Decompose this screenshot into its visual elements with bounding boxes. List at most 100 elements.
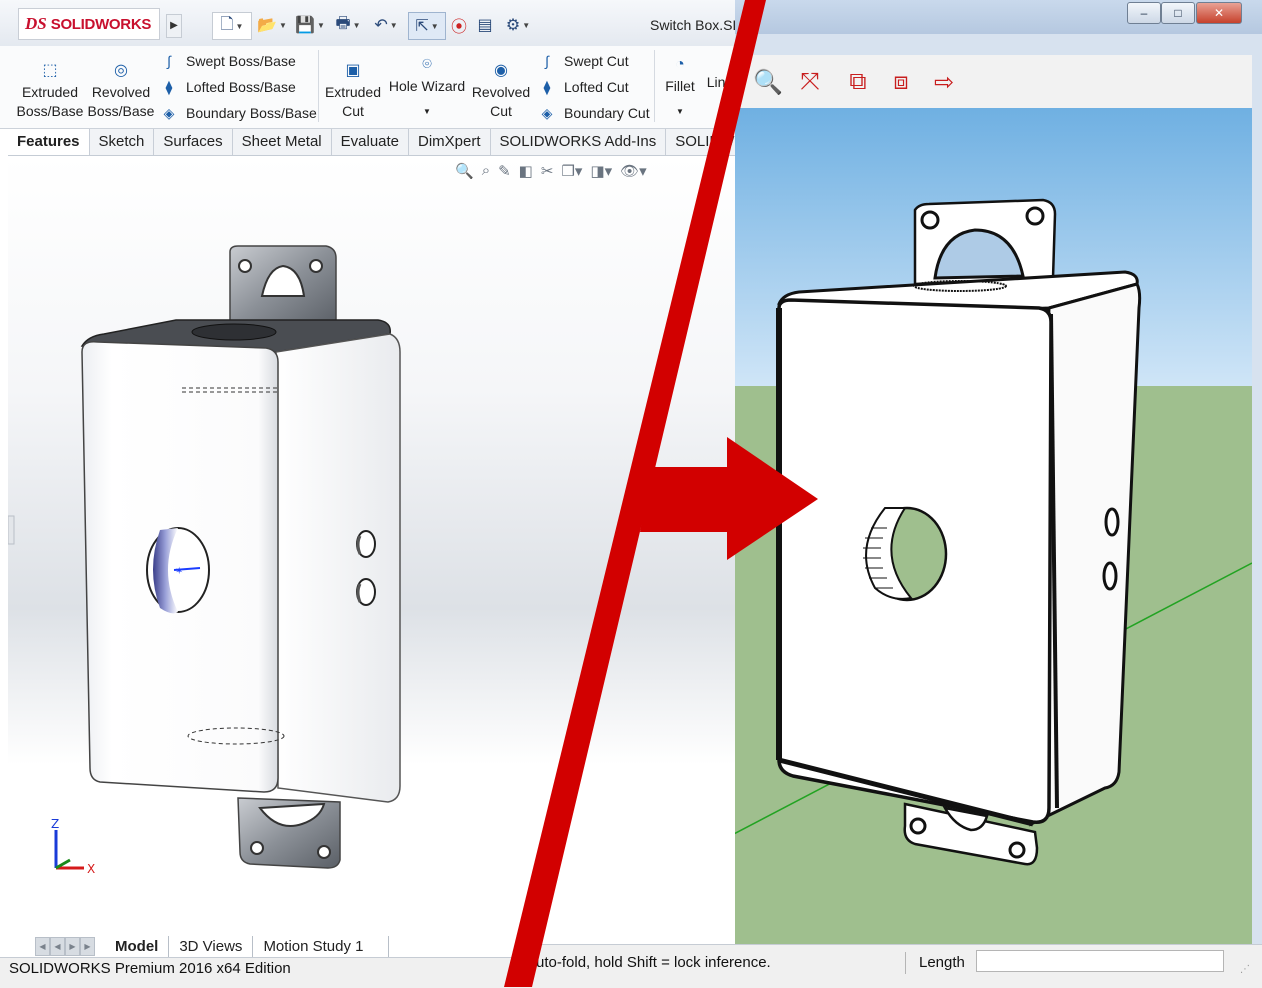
tab-motion-study-1[interactable]: Motion Study 1 bbox=[253, 936, 389, 957]
fillet-icon: ◔ bbox=[675, 55, 685, 73]
dropdown-arrow-icon: ▼ bbox=[317, 20, 325, 30]
lofted-boss-button[interactable]: ⧫ Lofted Boss/Base bbox=[160, 78, 296, 96]
warehouse-button[interactable]: ⧉ bbox=[842, 66, 874, 98]
dropdown-arrow-icon: ▼ bbox=[352, 20, 361, 30]
sketchup-status-hint: Auto-fold, hold Shift = lock inference. bbox=[526, 954, 771, 971]
dynamic-annotation-icon[interactable]: ✂ bbox=[541, 162, 554, 180]
rebuild-button[interactable]: ⦿ bbox=[450, 12, 468, 38]
tab-3d-views[interactable]: 3D Views bbox=[169, 936, 254, 957]
maximize-button[interactable]: □ bbox=[1161, 2, 1195, 24]
extruded-cut-label-1: Extruded bbox=[324, 84, 382, 100]
tab-dimxpert[interactable]: DimXpert bbox=[409, 129, 491, 155]
revolved-cut-label-1: Revolved bbox=[471, 84, 531, 100]
extruded-cut-button[interactable]: ▣ Extruded Cut bbox=[322, 60, 384, 121]
solidworks-graphics-area[interactable]: ✶ bbox=[8, 156, 760, 936]
hide-show-items-icon[interactable]: 👁▾ bbox=[620, 162, 647, 180]
share-model-button[interactable]: ⧈ bbox=[885, 66, 917, 98]
solidworks-logo-text: SOLIDWORKS bbox=[50, 15, 152, 33]
lofted-cut-icon: ⧫ bbox=[543, 79, 551, 95]
revolved-cut-button[interactable]: ◉ Revolved Cut bbox=[470, 60, 532, 121]
tab-model[interactable]: Model bbox=[105, 936, 170, 957]
section-view-icon[interactable]: ◧ bbox=[519, 162, 533, 180]
revolved-boss-label-2: Boss/Base bbox=[87, 103, 155, 119]
zoom-to-fit-icon[interactable]: 🔍 bbox=[455, 162, 474, 180]
boundary-boss-button[interactable]: ◈ Boundary Boss/Base bbox=[160, 104, 317, 122]
solidworks-logo[interactable]: DS SOLIDWORKS bbox=[18, 8, 160, 40]
fillet-button[interactable]: ◔ Fillet ▼ bbox=[660, 54, 700, 121]
lofted-boss-label: Lofted Boss/Base bbox=[186, 79, 296, 95]
previous-view-icon[interactable]: ✎ bbox=[498, 162, 511, 180]
previous-tab-icon[interactable]: ◀ bbox=[50, 937, 65, 956]
menu-expand-arrow-icon[interactable]: ▶ bbox=[166, 14, 182, 38]
first-tab-icon[interactable]: ◀ bbox=[35, 937, 50, 956]
dropdown-arrow-icon[interactable]: ▼ bbox=[423, 102, 431, 121]
close-button[interactable]: ✕ bbox=[1196, 2, 1242, 24]
boundary-cut-label: Boundary Cut bbox=[564, 105, 650, 121]
boundary-boss-label: Boundary Boss/Base bbox=[186, 105, 317, 121]
tab-sheet-metal[interactable]: Sheet Metal bbox=[232, 129, 332, 155]
zoom-button[interactable]: 🔍 bbox=[752, 66, 784, 98]
triad-x-label: X bbox=[87, 862, 95, 876]
view-orientation-icon[interactable]: ❒▾ bbox=[561, 162, 582, 180]
tab-solidworks-more[interactable]: SOLIDW bbox=[666, 129, 745, 155]
lofted-cut-button[interactable]: ⧫ Lofted Cut bbox=[538, 78, 629, 96]
revolved-boss-icon: ◎ bbox=[114, 61, 128, 79]
swept-cut-button[interactable]: ∫ Swept Cut bbox=[538, 52, 629, 70]
select-button[interactable]: ⇱ ▼ bbox=[408, 12, 446, 40]
save-button[interactable]: 💾 ▼ bbox=[292, 12, 328, 38]
share-model-icon: ⧈ bbox=[893, 68, 909, 95]
file-properties-button[interactable]: ▤ bbox=[474, 12, 496, 38]
revolved-boss-label-1: Revolved bbox=[91, 84, 151, 100]
revolved-cut-icon: ◉ bbox=[494, 61, 508, 79]
resize-grip-icon[interactable]: ⋰ bbox=[1240, 964, 1250, 975]
minimize-button[interactable]: ‒ bbox=[1127, 2, 1161, 24]
options-button[interactable]: ⚙ ▼ bbox=[500, 12, 536, 38]
sketchup-model-viewport[interactable] bbox=[735, 108, 1252, 944]
open-button[interactable]: 📂 ▼ bbox=[254, 12, 290, 38]
extension-warehouse-button[interactable]: ⇨ bbox=[928, 66, 960, 98]
save-icon: 💾 bbox=[295, 17, 315, 34]
fillet-label: Fillet bbox=[665, 78, 695, 94]
swept-cut-label: Swept Cut bbox=[564, 53, 629, 69]
print-button[interactable]: 🖶 ▼ bbox=[330, 12, 366, 38]
extruded-cut-icon: ▣ bbox=[345, 61, 361, 79]
length-input[interactable] bbox=[976, 950, 1224, 972]
reference-triad: Z X bbox=[51, 817, 95, 876]
tab-sketch[interactable]: Sketch bbox=[89, 129, 155, 155]
extension-warehouse-icon: ⇨ bbox=[933, 68, 955, 96]
extruded-boss-button[interactable]: ⬚ Extruded Boss/Base bbox=[16, 60, 84, 121]
tab-evaluate[interactable]: Evaluate bbox=[331, 129, 410, 155]
dropdown-arrow-icon: ▼ bbox=[235, 21, 244, 31]
extruded-cut-label-2: Cut bbox=[342, 103, 364, 119]
tab-solidworks-add-ins[interactable]: SOLIDWORKS Add-Ins bbox=[490, 129, 667, 155]
tab-surfaces[interactable]: Surfaces bbox=[154, 129, 233, 155]
swept-boss-button[interactable]: ∫ Swept Boss/Base bbox=[160, 52, 296, 70]
zoom-extents-icon: ⤧ bbox=[800, 68, 820, 95]
zoom-extents-button[interactable]: ⤧ bbox=[794, 66, 826, 98]
dropdown-arrow-icon[interactable]: ▼ bbox=[676, 102, 684, 121]
display-style-icon[interactable]: ◨▾ bbox=[590, 162, 612, 180]
revolved-boss-button[interactable]: ◎ Revolved Boss/Base bbox=[87, 60, 155, 121]
swept-cut-icon: ∫ bbox=[545, 53, 549, 69]
last-tab-icon[interactable]: ▶ bbox=[80, 937, 95, 956]
hole-wizard-icon: ⌾ bbox=[422, 55, 432, 73]
zoom-to-area-icon[interactable]: ⌕ bbox=[482, 162, 490, 180]
revolved-cut-label-2: Cut bbox=[490, 103, 512, 119]
tab-features[interactable]: Features bbox=[8, 129, 90, 155]
maximize-icon: □ bbox=[1174, 6, 1182, 20]
dropdown-arrow-icon: ▼ bbox=[389, 20, 398, 30]
extruded-boss-label-2: Boss/Base bbox=[16, 103, 84, 119]
new-document-button[interactable]: 🗋 ▼ bbox=[212, 12, 252, 40]
linear-pattern-label: Line bbox=[706, 74, 734, 90]
next-tab-icon[interactable]: ▶ bbox=[65, 937, 80, 956]
triad-z-label: Z bbox=[51, 817, 59, 831]
close-icon: ✕ bbox=[1213, 6, 1225, 20]
traffic-light-icon: ⦿ bbox=[450, 19, 467, 36]
linear-pattern-button[interactable]: Line bbox=[702, 73, 738, 92]
hole-wizard-button[interactable]: ⌾ Hole Wizard ▼ bbox=[386, 54, 468, 121]
undo-button[interactable]: ↶ ▼ bbox=[368, 12, 404, 38]
boundary-cut-button[interactable]: ◈ Boundary Cut bbox=[538, 104, 650, 122]
svg-text:✶: ✶ bbox=[175, 566, 183, 577]
command-manager-tabs: Features Sketch Surfaces Sheet Metal Eva… bbox=[8, 129, 745, 156]
print-icon: 🖶 bbox=[335, 14, 351, 32]
